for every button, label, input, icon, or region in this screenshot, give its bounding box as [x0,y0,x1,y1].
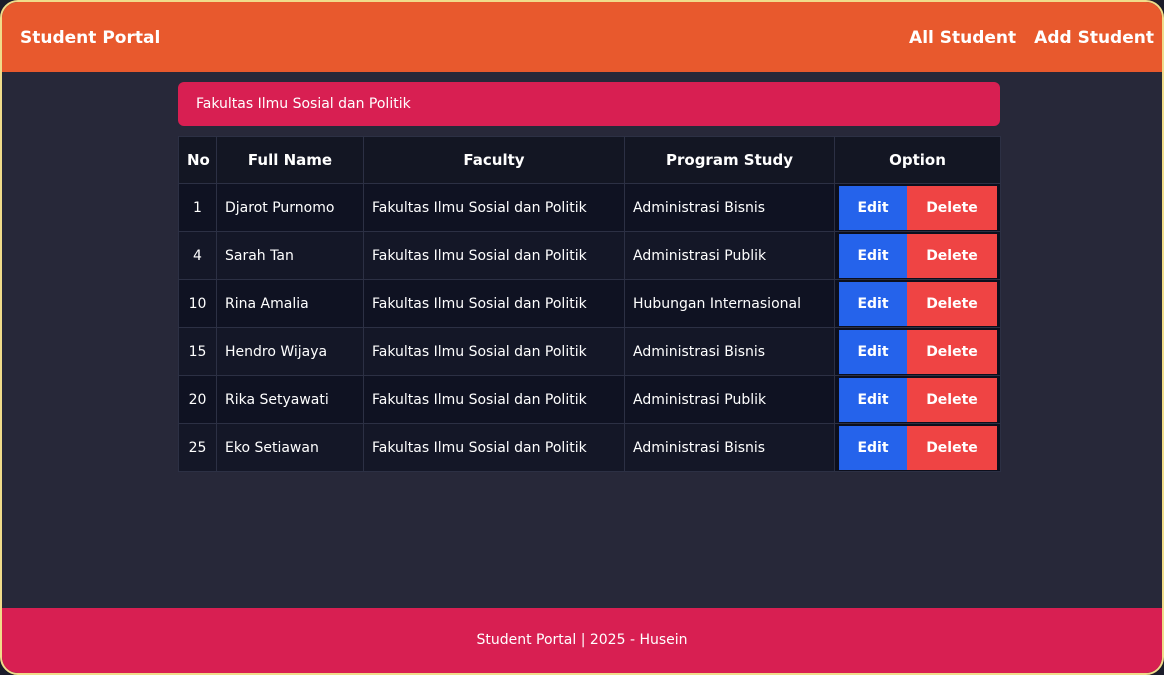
cell-option: Edit Delete [834,327,1001,376]
footer-text: Student Portal | 2025 - Husein [476,632,688,648]
cell-program-study: Administrasi Publik [624,231,835,280]
cell-option: Edit Delete [834,279,1001,328]
cell-faculty: Fakultas Ilmu Sosial dan Politik [363,327,625,376]
table-row: 15 Hendro Wijaya Fakultas Ilmu Sosial da… [178,327,1001,376]
nav-link-all-student[interactable]: All Student [909,27,1016,49]
navbar: Student Portal All Student Add Student [2,2,1162,72]
cell-faculty: Fakultas Ilmu Sosial dan Politik [363,231,625,280]
cell-program-study: Administrasi Bisnis [624,183,835,232]
app-frame: Student Portal All Student Add Student F… [0,0,1164,675]
edit-button[interactable]: Edit [839,281,907,326]
cell-full-name: Hendro Wijaya [216,327,364,376]
edit-button[interactable]: Edit [839,185,907,230]
cell-program-study: Hubungan Internasional [624,279,835,328]
header-faculty: Faculty [363,136,625,184]
delete-button[interactable]: Delete [907,281,997,326]
cell-full-name: Eko Setiawan [216,423,364,472]
cell-no: 10 [178,279,217,328]
cell-program-study: Administrasi Publik [624,375,835,424]
cell-full-name: Sarah Tan [216,231,364,280]
cell-no: 20 [178,375,217,424]
nav-links: All Student Add Student [909,27,1154,49]
cell-full-name: Rina Amalia [216,279,364,328]
cell-faculty: Fakultas Ilmu Sosial dan Politik [363,183,625,232]
delete-button[interactable]: Delete [907,233,997,278]
cell-faculty: Fakultas Ilmu Sosial dan Politik [363,279,625,328]
student-table: No Full Name Faculty Program Study Optio… [178,136,1001,472]
footer: Student Portal | 2025 - Husein [2,608,1162,673]
cell-faculty: Fakultas Ilmu Sosial dan Politik [363,375,625,424]
brand-link[interactable]: Student Portal [20,27,160,49]
edit-button[interactable]: Edit [839,329,907,374]
delete-button[interactable]: Delete [907,185,997,230]
header-program-study: Program Study [624,136,835,184]
table-row: 4 Sarah Tan Fakultas Ilmu Sosial dan Pol… [178,231,1001,280]
cell-no: 1 [178,183,217,232]
delete-button[interactable]: Delete [907,425,997,470]
table-row: 10 Rina Amalia Fakultas Ilmu Sosial dan … [178,279,1001,328]
faculty-alert: Fakultas Ilmu Sosial dan Politik [178,82,1000,126]
table-header-row: No Full Name Faculty Program Study Optio… [178,136,1001,184]
cell-option: Edit Delete [834,183,1001,232]
cell-no: 25 [178,423,217,472]
delete-button[interactable]: Delete [907,377,997,422]
cell-option: Edit Delete [834,375,1001,424]
cell-no: 4 [178,231,217,280]
table-row: 20 Rika Setyawati Fakultas Ilmu Sosial d… [178,375,1001,424]
edit-button[interactable]: Edit [839,377,907,422]
cell-option: Edit Delete [834,231,1001,280]
nav-link-add-student[interactable]: Add Student [1034,27,1154,49]
header-option: Option [834,136,1001,184]
table-row: 25 Eko Setiawan Fakultas Ilmu Sosial dan… [178,423,1001,472]
header-no: No [178,136,217,184]
cell-full-name: Rika Setyawati [216,375,364,424]
table-row: 1 Djarot Purnomo Fakultas Ilmu Sosial da… [178,183,1001,232]
cell-faculty: Fakultas Ilmu Sosial dan Politik [363,423,625,472]
cell-no: 15 [178,327,217,376]
edit-button[interactable]: Edit [839,233,907,278]
header-full-name: Full Name [216,136,364,184]
cell-full-name: Djarot Purnomo [216,183,364,232]
cell-program-study: Administrasi Bisnis [624,423,835,472]
cell-option: Edit Delete [834,423,1001,472]
delete-button[interactable]: Delete [907,329,997,374]
cell-program-study: Administrasi Bisnis [624,327,835,376]
edit-button[interactable]: Edit [839,425,907,470]
